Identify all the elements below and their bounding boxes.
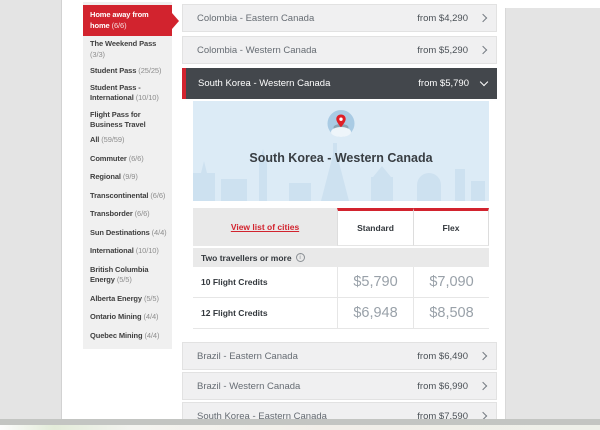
pass-title: South Korea - Western Canada <box>193 151 489 165</box>
sidebar-item-count: (3/3) <box>90 50 105 59</box>
info-icon[interactable]: i <box>296 253 305 262</box>
left-page-margin <box>0 0 62 419</box>
route-label: Brazil - Eastern Canada <box>197 351 417 362</box>
sidebar-item-count: (59/59) <box>101 135 124 144</box>
sidebar-item-student-pass-international[interactable]: Student Pass - International (10/10) <box>83 80 172 107</box>
table-row-10-flight-credits: 10 Flight Credits $5,790 $7,090 <box>193 267 489 298</box>
flight-pass-page: Home away from home (6/6) The Weekend Pa… <box>0 0 600 430</box>
bottom-edge-strip <box>0 425 600 430</box>
sidebar-item-count: (5/5) <box>117 275 132 284</box>
cities-cell: View list of cities <box>193 208 337 246</box>
destination-hero-banner: South Korea - Western Canada <box>193 101 489 201</box>
accordion-row-brazil-eastern-canada[interactable]: Brazil - Eastern Canada from $6,490 <box>182 342 497 370</box>
accordion-row-colombia-eastern-canada[interactable]: Colombia - Eastern Canada from $4,290 <box>182 4 497 32</box>
standard-price: $6,948 <box>337 298 413 328</box>
sidebar-item-all[interactable]: All (59/59) <box>83 131 172 150</box>
sidebar-item-count: (4/4) <box>144 312 159 321</box>
accordion-row-south-korea-western-canada-expanded[interactable]: South Korea - Western Canada from $5,790 <box>182 68 497 99</box>
category-filter-group: All (59/59) Commuter (6/6) Regional (9/9… <box>83 127 172 349</box>
standard-price: $5,790 <box>337 267 413 297</box>
pricing-table-header: View list of cities Standard Flex <box>193 208 489 246</box>
sidebar-item-label: Alberta Energy <box>90 294 142 303</box>
sidebar-item-label: Regional <box>90 172 121 181</box>
sidebar-item-transborder[interactable]: Transborder (6/6) <box>83 205 172 224</box>
sidebar-item-count: (4/4) <box>152 228 167 237</box>
expanded-pass-panel: South Korea - Western Canada View list o… <box>182 99 497 341</box>
sidebar-item-count: (5/5) <box>144 294 159 303</box>
accordion-row-colombia-western-canada[interactable]: Colombia - Western Canada from $5,290 <box>182 36 497 64</box>
traveller-group-row: Two travellers or more i <box>193 248 489 267</box>
route-price: from $5,290 <box>417 45 468 56</box>
sidebar-item-student-pass[interactable]: Student Pass (25/25) <box>83 63 172 80</box>
pricing-table: View list of cities Standard Flex Two tr… <box>193 208 489 329</box>
sidebar-item-label: All <box>90 135 99 144</box>
sidebar-item-label: Transcontinental <box>90 191 148 200</box>
credits-label: 12 Flight Credits <box>193 298 337 328</box>
sidebar-item-sun-destinations[interactable]: Sun Destinations (4/4) <box>83 224 172 243</box>
sidebar-item-count: (6/6) <box>112 21 127 30</box>
accordion-row-brazil-western-canada[interactable]: Brazil - Western Canada from $6,990 <box>182 372 497 400</box>
route-price: from $6,990 <box>417 381 468 392</box>
sidebar-item-count: (9/9) <box>123 172 138 181</box>
right-page-margin <box>505 8 600 419</box>
flex-price: $7,090 <box>413 267 489 297</box>
column-header-standard: Standard <box>337 208 413 246</box>
sidebar-item-label: Student Pass - International <box>90 83 141 103</box>
route-label: Brazil - Western Canada <box>197 381 417 392</box>
sidebar-item-label: Ontario Mining <box>90 312 142 321</box>
route-label: Colombia - Western Canada <box>197 45 417 56</box>
sidebar-item-count: (10/10) <box>136 246 159 255</box>
sidebar-item-count: (4/4) <box>144 331 159 340</box>
sidebar-item-label: Transborder <box>90 209 133 218</box>
sidebar-item-count: (6/6) <box>150 191 165 200</box>
sidebar-item-quebec-mining[interactable]: Quebec Mining (4/4) <box>83 327 172 346</box>
sidebar-item-count: (6/6) <box>129 154 144 163</box>
sidebar-item-weekend-pass[interactable]: The Weekend Pass (3/3) <box>83 36 172 63</box>
traveller-group-label: Two travellers or more <box>201 253 292 263</box>
sidebar-item-label: Student Pass <box>90 66 136 75</box>
sidebar-item-home-away-from-home[interactable]: Home away from home (6/6) <box>83 5 172 36</box>
route-price: from $6,490 <box>417 351 468 362</box>
chevron-right-icon <box>479 14 487 22</box>
view-cities-link[interactable]: View list of cities <box>231 222 299 232</box>
sidebar-item-count: (25/25) <box>138 66 161 75</box>
flex-price: $8,508 <box>413 298 489 328</box>
chevron-right-icon <box>479 382 487 390</box>
sidebar-item-label: Quebec Mining <box>90 331 142 340</box>
sidebar-item-ontario-mining[interactable]: Ontario Mining (4/4) <box>83 308 172 327</box>
route-label: Colombia - Eastern Canada <box>197 13 417 24</box>
column-header-flex: Flex <box>413 208 489 246</box>
pass-type-filter-group: Home away from home (6/6) The Weekend Pa… <box>83 2 172 147</box>
chevron-right-icon <box>479 46 487 54</box>
sidebar-item-count: (10/10) <box>136 93 159 102</box>
sidebar-item-transcontinental[interactable]: Transcontinental (6/6) <box>83 187 172 206</box>
sidebar-item-count: (6/6) <box>135 209 150 218</box>
table-row-12-flight-credits: 12 Flight Credits $6,948 $8,508 <box>193 298 489 329</box>
sidebar-item-label: Sun Destinations <box>90 228 150 237</box>
sidebar-item-alberta-energy[interactable]: Alberta Energy (5/5) <box>83 290 172 309</box>
sidebar-item-international[interactable]: International (10/10) <box>83 242 172 261</box>
sidebar-item-commuter[interactable]: Commuter (6/6) <box>83 150 172 169</box>
sidebar-item-label: International <box>90 246 134 255</box>
route-price: from $4,290 <box>417 13 468 24</box>
chevron-right-icon <box>479 352 487 360</box>
credits-label: 10 Flight Credits <box>193 267 337 297</box>
route-label: South Korea - Western Canada <box>198 78 418 89</box>
sidebar-item-bc-energy[interactable]: British Columbia Energy (5/5) <box>83 261 172 290</box>
sidebar-item-label: The Weekend Pass <box>90 39 156 48</box>
route-price: from $5,790 <box>418 78 469 89</box>
chevron-down-icon <box>480 78 488 86</box>
sidebar-item-label: Commuter <box>90 154 127 163</box>
sidebar-item-regional[interactable]: Regional (9/9) <box>83 168 172 187</box>
location-pin-icon <box>328 110 355 137</box>
